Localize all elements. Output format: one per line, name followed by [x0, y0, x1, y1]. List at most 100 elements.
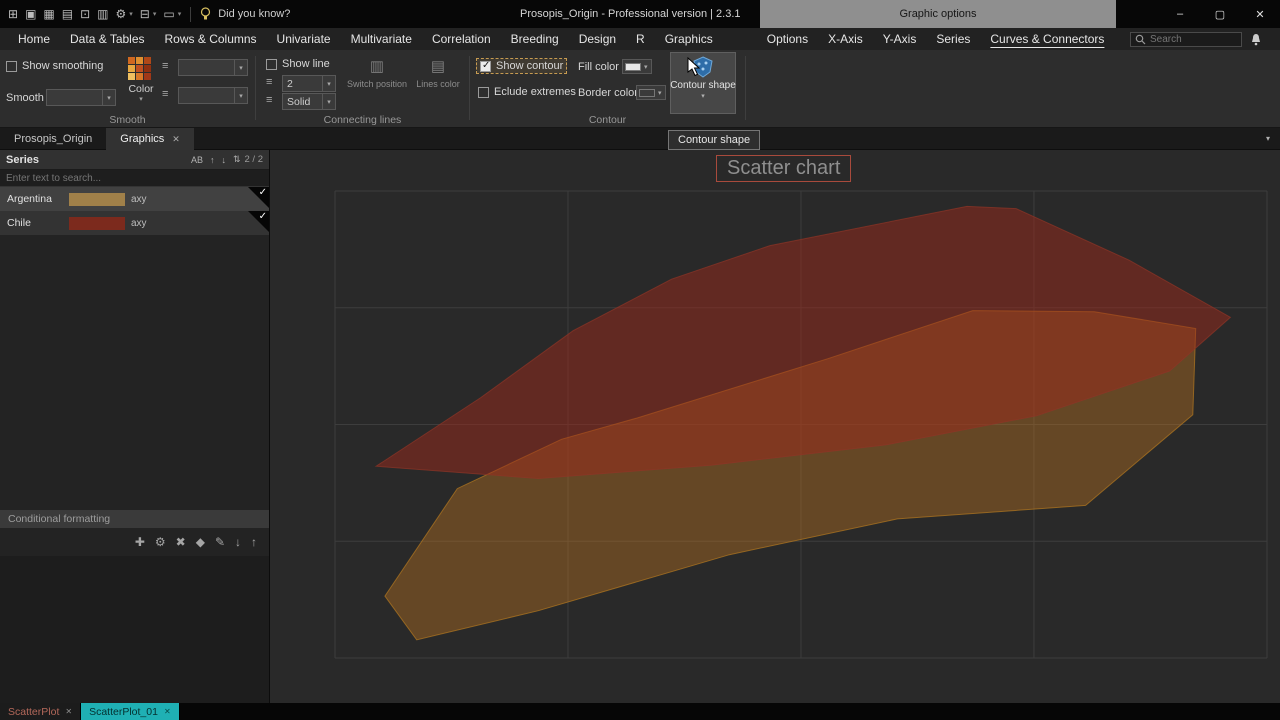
- doc-tab-graphics[interactable]: Graphics ✕: [106, 128, 194, 150]
- menu-item-x-axis[interactable]: X-Axis: [818, 32, 873, 46]
- edit-icon[interactable]: ✎: [215, 535, 225, 549]
- remove-icon[interactable]: ✖: [176, 535, 186, 549]
- chevron-down-icon: [322, 76, 335, 91]
- sort-count-icon[interactable]: ⇅: [233, 154, 241, 165]
- switch-position-button[interactable]: ▥ Switch position: [346, 52, 408, 110]
- fill-color-dropdown[interactable]: [622, 59, 652, 74]
- search-input[interactable]: [1150, 33, 1237, 45]
- add-icon[interactable]: ✚: [135, 535, 145, 549]
- contour-shape-button[interactable]: Contour shape ▾: [670, 52, 736, 114]
- contour-shape-icon: [692, 56, 714, 78]
- conditional-formatting-empty-area: [0, 556, 269, 703]
- minimize-button[interactable]: –: [1160, 0, 1200, 28]
- line-list-icon: ≡: [162, 88, 169, 100]
- menu-item-correlation[interactable]: Correlation: [422, 32, 501, 46]
- chevron-down-icon: ▾: [152, 11, 157, 18]
- smooth-type-dropdown[interactable]: [46, 89, 116, 106]
- menu-item-breeding[interactable]: Breeding: [501, 32, 569, 46]
- menu-item-home[interactable]: Home: [8, 32, 60, 46]
- line-style-dropdown[interactable]: Solid: [282, 93, 336, 110]
- show-line-checkbox[interactable]: Show line: [266, 58, 330, 70]
- border-color-swatch: [639, 88, 655, 97]
- smooth-width-dropdown[interactable]: [178, 59, 248, 76]
- maximize-button[interactable]: ▢: [1200, 0, 1240, 28]
- palette-color: [128, 57, 135, 64]
- settings-icon[interactable]: ⚙: [155, 535, 166, 549]
- palette-color: [144, 65, 151, 72]
- show-contour-checkbox[interactable]: Show contour: [475, 58, 568, 74]
- view-tab-scatterplot[interactable]: ScatterPlot ✕: [0, 703, 82, 720]
- border-color-dropdown[interactable]: [636, 85, 666, 100]
- color-palette-icon[interactable]: [128, 57, 151, 80]
- move-down-icon[interactable]: ↓: [221, 155, 226, 165]
- copy-icon[interactable]: ▥: [97, 7, 108, 21]
- series-name: Chile: [7, 217, 31, 229]
- menu-item-univariate[interactable]: Univariate: [267, 32, 341, 46]
- sort-alpha-icon[interactable]: AB: [191, 155, 203, 165]
- did-you-know-text[interactable]: Did you know?: [218, 8, 290, 20]
- search-icon: [1135, 34, 1146, 45]
- series-row-argentina[interactable]: Argentina axy ✓: [0, 187, 269, 211]
- chart-title[interactable]: Scatter chart: [716, 155, 852, 182]
- settings-gear-icon[interactable]: ⚙: [116, 7, 127, 21]
- view-tab-scatterplot_01[interactable]: ScatterPlot_01 ✕: [81, 703, 180, 720]
- table-icon[interactable]: ⊞: [8, 7, 18, 21]
- menu-item-design[interactable]: Design: [569, 32, 626, 46]
- menu-item-graphics[interactable]: Graphics: [655, 32, 723, 46]
- chevron-down-icon: [322, 94, 335, 109]
- chevron-down-icon: ▾: [701, 93, 705, 100]
- show-smoothing-label: Show smoothing: [22, 60, 104, 72]
- menu-item-y-axis[interactable]: Y-Axis: [873, 32, 927, 46]
- tab-list-dropdown-icon[interactable]: ▾: [1266, 134, 1270, 143]
- context-tab-graphic-options[interactable]: Graphic options: [760, 0, 1116, 28]
- series-list: Argentina axy ✓ Chile axy ✓: [0, 187, 269, 235]
- tools-icon[interactable]: ⊟: [140, 7, 150, 21]
- eclude-extremes-checkbox[interactable]: Eclude extremes: [478, 86, 576, 98]
- move-up-icon[interactable]: ↑: [210, 155, 215, 165]
- series-search-input[interactable]: [6, 172, 263, 184]
- lines-color-label: Lines color: [416, 79, 460, 89]
- notifications-bell-icon[interactable]: [1250, 33, 1262, 46]
- checkbox-icon: [6, 60, 17, 72]
- doc-tab-prosopis-origin[interactable]: Prosopis_Origin: [0, 128, 106, 150]
- search-box[interactable]: [1130, 31, 1242, 47]
- ribbon: Show smoothing Smooth Color ≡ ≡ Smooth: [0, 50, 1280, 128]
- save-all-icon[interactable]: ▦: [43, 7, 54, 21]
- menu-item-data-tables[interactable]: Data & Tables: [60, 32, 155, 46]
- lines-color-button[interactable]: ▤ Lines color: [411, 52, 465, 110]
- close-icon[interactable]: ✕: [172, 134, 180, 145]
- menu-item-r[interactable]: R: [626, 32, 655, 46]
- line-width-dropdown[interactable]: 2: [282, 75, 336, 92]
- menu-item-series[interactable]: Series: [926, 32, 980, 46]
- close-button[interactable]: ✕: [1240, 0, 1280, 28]
- chevron-down-icon: [234, 88, 247, 103]
- menu-item-curves-connectors[interactable]: Curves & Connectors: [980, 32, 1114, 46]
- line-width-icon: ≡: [266, 76, 273, 88]
- show-smoothing-checkbox[interactable]: Show smoothing: [6, 60, 103, 72]
- window-controls: – ▢ ✕: [1160, 0, 1280, 28]
- switch-position-icon: ▥: [369, 58, 385, 75]
- series-header-icons: AB ↑ ↓ ⇅: [191, 154, 241, 165]
- series-row-chile[interactable]: Chile axy ✓: [0, 211, 269, 235]
- smooth-style-dropdown[interactable]: [178, 87, 248, 104]
- color-dropdown-button[interactable]: Color: [123, 83, 159, 103]
- palette-color: [136, 57, 143, 64]
- open-folder-icon[interactable]: ▤: [62, 7, 73, 21]
- application-window: ⊞ ▣ ▦ ▤ ⊡ ▥ ⚙ ▾ ⊟ ▾ ▭ ▾ Did you know? Prosopis_Orig…: [0, 0, 1280, 720]
- chevron-down-icon: [234, 60, 247, 75]
- close-icon[interactable]: ✕: [65, 707, 72, 716]
- tooltip: Contour shape: [668, 130, 761, 150]
- close-icon[interactable]: ✕: [164, 707, 171, 716]
- menu-item-rows-columns[interactable]: Rows & Columns: [155, 32, 267, 46]
- series-color-swatch: [69, 216, 125, 230]
- save-icon[interactable]: ▣: [25, 7, 36, 21]
- display-icon[interactable]: ▭: [163, 7, 174, 21]
- move-up-icon[interactable]: ↑: [251, 535, 257, 549]
- menu-item-options[interactable]: Options: [757, 32, 818, 46]
- titlebar: ⊞ ▣ ▦ ▤ ⊡ ▥ ⚙ ▾ ⊟ ▾ ▭ ▾ Did you know? Prosopis_Orig…: [0, 0, 1280, 28]
- move-down-icon[interactable]: ↓: [235, 535, 241, 549]
- chevron-down-icon: [102, 90, 115, 105]
- menu-item-multivariate[interactable]: Multivariate: [341, 32, 422, 46]
- style-icon[interactable]: ◆: [196, 535, 205, 549]
- print-icon[interactable]: ⊡: [80, 7, 90, 21]
